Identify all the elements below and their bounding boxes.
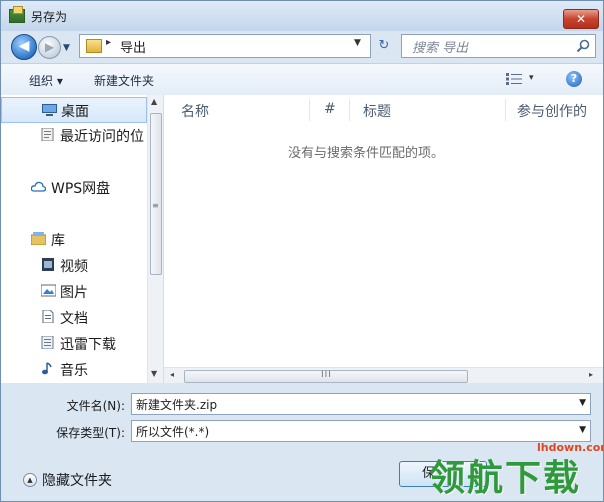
sidebar-item-label: 音乐 (60, 363, 88, 379)
sidebar-item-music[interactable]: 音乐 (1, 357, 147, 381)
sidebar-item-documents[interactable]: 文档 (1, 305, 147, 329)
scroll-left-icon[interactable]: ◂ (170, 370, 174, 379)
filename-dropdown-icon[interactable]: ▼ (579, 398, 586, 408)
new-folder-button[interactable]: 新建文件夹 (94, 72, 154, 89)
column-divider[interactable] (309, 99, 310, 121)
picture-icon (41, 284, 56, 297)
download-folder-icon (41, 336, 54, 349)
library-icon (31, 232, 46, 245)
scroll-right-icon[interactable]: ▸ (589, 370, 593, 379)
sidebar-item-recent[interactable]: 最近访问的位 (1, 123, 147, 147)
desktop-icon (42, 104, 57, 116)
watermark-text: 领航下载 (429, 458, 582, 499)
filetype-value: 所以文件(*.*) (136, 425, 210, 439)
scroll-up-icon[interactable]: ▲ (151, 97, 157, 106)
column-header-name[interactable]: 名称 (181, 101, 209, 131)
watermark-logo: lhdown.com 领航下载 (423, 439, 603, 501)
breadcrumb-current[interactable]: 导出 (120, 37, 146, 56)
horizontal-scrollbar[interactable]: ◂ III ▸ (164, 367, 603, 383)
sort-indicator-icon: ^ (240, 95, 248, 102)
folder-icon (86, 39, 102, 53)
organize-button[interactable]: 组织 ▾ (29, 72, 63, 89)
column-divider[interactable] (349, 99, 350, 121)
recent-icon (41, 128, 54, 141)
chevron-up-icon[interactable]: ▲ (23, 473, 37, 487)
sidebar-item-label: WPS网盘 (51, 181, 111, 197)
sidebar-item-wps-cloud[interactable]: WPS网盘 (1, 175, 147, 199)
sidebar-item-label: 文档 (60, 311, 88, 327)
sidebar-item-label: 图片 (60, 285, 88, 301)
sidebar-item-pictures[interactable]: 图片 (1, 279, 147, 303)
sidebar-item-label: 最近访问的位 (60, 129, 144, 145)
save-as-dialog: 另存为 ✕ ◀ ▶ ▼ ▸ 导出 ▼ ↻ 搜索 导出 组织 ▾ 新建文件夹 ▾ (0, 0, 604, 502)
breadcrumb-arrow-icon[interactable]: ▸ (106, 37, 111, 48)
filetype-label: 保存类型(T): (56, 426, 125, 440)
view-options-icon[interactable] (506, 73, 522, 85)
address-dropdown-icon[interactable]: ▼ (354, 38, 361, 48)
search-input[interactable]: 搜索 导出 (401, 34, 596, 58)
back-button[interactable]: ◀ (11, 34, 37, 60)
navigation-pane: 桌面 最近访问的位 WPS网盘 库 视频 图片 文档 迅雷下载 音乐 ▲ ≡ ▼ (1, 95, 164, 383)
command-bar: 组织 ▾ 新建文件夹 ▾ ? (1, 63, 603, 97)
sidebar-item-label: 迅雷下载 (60, 337, 116, 353)
view-dropdown-icon[interactable]: ▾ (529, 73, 534, 83)
help-icon[interactable]: ? (566, 71, 582, 87)
file-list-pane: 名称 ^ # 标题 参与创作的 没有与搜索条件匹配的项。 ◂ III ▸ (164, 95, 603, 383)
sidebar-item-thunder-download[interactable]: 迅雷下载 (1, 331, 147, 355)
hide-folders-button[interactable]: 隐藏文件夹 (42, 470, 112, 490)
save-form: 文件名(N): 新建文件夹.zip ▼ 保存类型(T): 所以文件(*.*) ▼ (1, 383, 603, 443)
sidebar-item-videos[interactable]: 视频 (1, 253, 147, 277)
sidebar-item-label: 库 (51, 233, 65, 249)
sidebar-item-desktop[interactable]: 桌面 (1, 97, 147, 123)
sidebar-item-label: 视频 (60, 259, 88, 275)
music-icon (42, 362, 52, 375)
empty-results-message: 没有与搜索条件匹配的项。 (288, 146, 445, 161)
forward-button[interactable]: ▶ (38, 36, 61, 59)
column-header-contributing-artist[interactable]: 参与创作的 (517, 101, 587, 131)
video-icon (42, 258, 54, 271)
scroll-down-icon[interactable]: ▼ (151, 369, 157, 378)
cloud-icon (31, 181, 46, 192)
search-icon[interactable] (575, 38, 591, 54)
filename-label: 文件名(N): (66, 399, 125, 413)
search-placeholder: 搜索 导出 (412, 41, 469, 56)
filetype-dropdown-icon[interactable]: ▼ (579, 425, 586, 435)
address-bar[interactable]: ▸ 导出 ▼ (79, 34, 371, 58)
save-as-icon (9, 6, 25, 23)
close-button[interactable]: ✕ (563, 9, 599, 29)
sidebar-item-library[interactable]: 库 (1, 227, 147, 251)
filename-input[interactable]: 新建文件夹.zip ▼ (131, 393, 591, 415)
column-header-title[interactable]: 标题 (363, 101, 391, 131)
scrollbar-thumb[interactable] (150, 113, 162, 275)
scrollbar-grip-icon: ≡ (152, 201, 159, 210)
filename-value: 新建文件夹.zip (136, 398, 218, 412)
scrollbar-grip-icon: III (321, 370, 332, 380)
column-divider[interactable] (505, 99, 506, 121)
refresh-button[interactable]: ↻ (373, 35, 395, 57)
scrollbar-thumb[interactable]: III (184, 370, 468, 383)
history-dropdown-icon[interactable]: ▼ (63, 43, 73, 53)
navigation-bar: ◀ ▶ ▼ ▸ 导出 ▼ ↻ 搜索 导出 (1, 31, 603, 63)
title-bar: 另存为 ✕ (1, 1, 603, 31)
column-header-number[interactable]: # (324, 101, 336, 131)
navigation-scrollbar[interactable]: ▲ ≡ ▼ (147, 95, 163, 383)
sidebar-item-label: 桌面 (61, 104, 89, 120)
window-title: 另存为 (31, 10, 68, 24)
document-icon (42, 310, 54, 323)
